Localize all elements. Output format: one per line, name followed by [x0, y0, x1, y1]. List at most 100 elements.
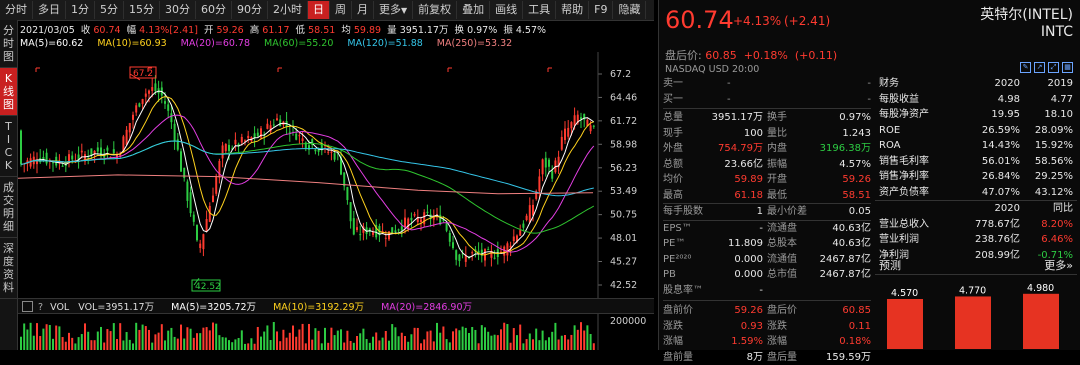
volume-bar	[522, 343, 524, 350]
date: 2021/03/05	[20, 25, 75, 36]
candle-body	[295, 134, 297, 140]
volume-bar	[135, 323, 137, 350]
open-label: 开	[204, 25, 214, 36]
nav-tab[interactable]: 深度资料	[0, 238, 17, 299]
stat-value: 40.63亿	[832, 236, 871, 252]
adjust-button[interactable]: 前复权	[413, 1, 457, 19]
f9-button[interactable]: F9	[589, 1, 613, 19]
more-menu[interactable]: 更多▼	[374, 1, 413, 19]
vol-indicator-label[interactable]: VOL	[50, 302, 69, 313]
nav-tab[interactable]: 分时图	[0, 20, 17, 68]
volume-bar	[401, 333, 403, 350]
edit-icon[interactable]: ✎	[1020, 62, 1031, 73]
period-tab[interactable]: 月	[352, 1, 374, 19]
volume-bar	[433, 341, 435, 350]
help-menu[interactable]: 帮助	[556, 1, 589, 19]
volume-bar	[129, 340, 131, 350]
volume-bar	[183, 339, 185, 350]
volume-bar	[33, 336, 35, 350]
nav-tab[interactable]: K线图	[0, 68, 17, 116]
stat-value: -	[759, 221, 763, 237]
volume-bar	[49, 325, 51, 350]
volume-bar	[100, 327, 102, 350]
volume-bar	[420, 343, 422, 350]
stat-row: 总量3951.17万换手0.97%	[663, 110, 871, 126]
more-menu-label: 更多	[379, 3, 401, 16]
volume-bar	[247, 343, 249, 350]
stat-label: 开盘	[767, 172, 787, 188]
amplitude-value: 4.57%	[516, 25, 546, 36]
draw-button[interactable]: 画线	[490, 1, 523, 19]
period-tab[interactable]: 30分	[160, 1, 196, 19]
forecast-more-link[interactable]: 更多»	[1044, 258, 1073, 274]
candle-body	[346, 187, 348, 200]
stat-label: 涨幅	[767, 334, 787, 350]
volume-bar	[375, 332, 377, 350]
volume-bar	[238, 338, 240, 350]
chart-icon[interactable]: ↗	[1034, 62, 1045, 73]
volume-bar	[513, 328, 515, 350]
volume-bar	[190, 329, 192, 350]
expand-icon[interactable]: ⤢	[1048, 62, 1059, 73]
forecast-bar	[887, 299, 923, 349]
volume-legend: ? VOL VOL=3951.17万 MA(5)=3205.72万 MA(10)…	[18, 298, 654, 314]
period-tab[interactable]: 周	[330, 1, 352, 19]
volume-bar	[87, 332, 89, 350]
help-icon[interactable]: ?	[38, 302, 43, 313]
volume-bar	[180, 325, 182, 350]
volume-bar	[545, 340, 547, 350]
candle-body	[247, 136, 249, 138]
candle-body	[190, 192, 192, 213]
stat-label: 最高	[663, 188, 683, 204]
period-tab[interactable]: 日	[308, 1, 330, 19]
stat-label: 盘后量	[767, 350, 797, 365]
tools-menu[interactable]: 工具	[523, 1, 556, 19]
checkbox-icon[interactable]	[22, 301, 33, 312]
volume-chart[interactable]: 200000	[18, 314, 654, 350]
candle-body	[570, 122, 572, 128]
nav-tab[interactable]: 成交明细	[0, 177, 17, 238]
grid-icon[interactable]: ▦	[1062, 62, 1073, 73]
candlestick-chart[interactable]: 67.264.4661.7258.9856.2353.4950.7548.014…	[18, 52, 654, 298]
stat-row: 股息率™-	[663, 283, 871, 299]
overlay-button[interactable]: 叠加	[457, 1, 490, 19]
ma-legend: MA(5)=60.62MA(10)=60.93MA(20)=60.78MA(60…	[20, 38, 526, 50]
candle-body	[46, 153, 48, 164]
stat-label: 外盘	[663, 141, 683, 157]
finance-row: 营业总收入778.67亿8.20%	[875, 217, 1077, 233]
volume-bar	[474, 330, 476, 350]
forecast-bar-label: 4.570	[891, 288, 918, 299]
candle-body	[180, 151, 182, 171]
finance-label: 销售净利率	[879, 169, 963, 185]
period-tab[interactable]: 1分	[66, 1, 95, 19]
candle-body	[154, 83, 156, 91]
nav-tab[interactable]: TICK	[0, 116, 17, 177]
volume-bar	[442, 326, 444, 350]
period-tab[interactable]: 2小时	[268, 1, 308, 19]
ma-line	[21, 91, 594, 257]
finance-value: 43.12%	[1021, 185, 1073, 201]
candle-body	[458, 255, 460, 261]
volume-bar	[471, 327, 473, 350]
stat-value: 40.63亿	[832, 221, 871, 237]
stat-value: 59.26	[734, 303, 763, 319]
y-axis-tick: 64.46	[610, 92, 637, 103]
period-tab[interactable]: 5分	[95, 1, 124, 19]
volume-bar	[311, 340, 313, 350]
finance-value: 58.56%	[1021, 154, 1073, 170]
period-tab[interactable]: 90分	[232, 1, 268, 19]
candle-body	[228, 145, 230, 151]
period-tab[interactable]: 多日	[33, 1, 66, 19]
hide-button-label: 隐藏	[618, 3, 640, 16]
candle-body	[452, 242, 454, 248]
hide-button[interactable]: 隐藏	[613, 1, 646, 19]
stat-label: 盘前价	[663, 303, 693, 319]
period-tab[interactable]: 60分	[196, 1, 232, 19]
volume-bar	[558, 339, 560, 350]
period-tab[interactable]: 分时	[0, 1, 33, 19]
panel-toolbar: ✎ ↗ ⤢ ▦	[1020, 62, 1073, 73]
high-annotation: 67.2	[133, 69, 153, 79]
volume-bar	[94, 340, 96, 350]
period-tab[interactable]: 15分	[124, 1, 160, 19]
volume-bar	[314, 328, 316, 350]
